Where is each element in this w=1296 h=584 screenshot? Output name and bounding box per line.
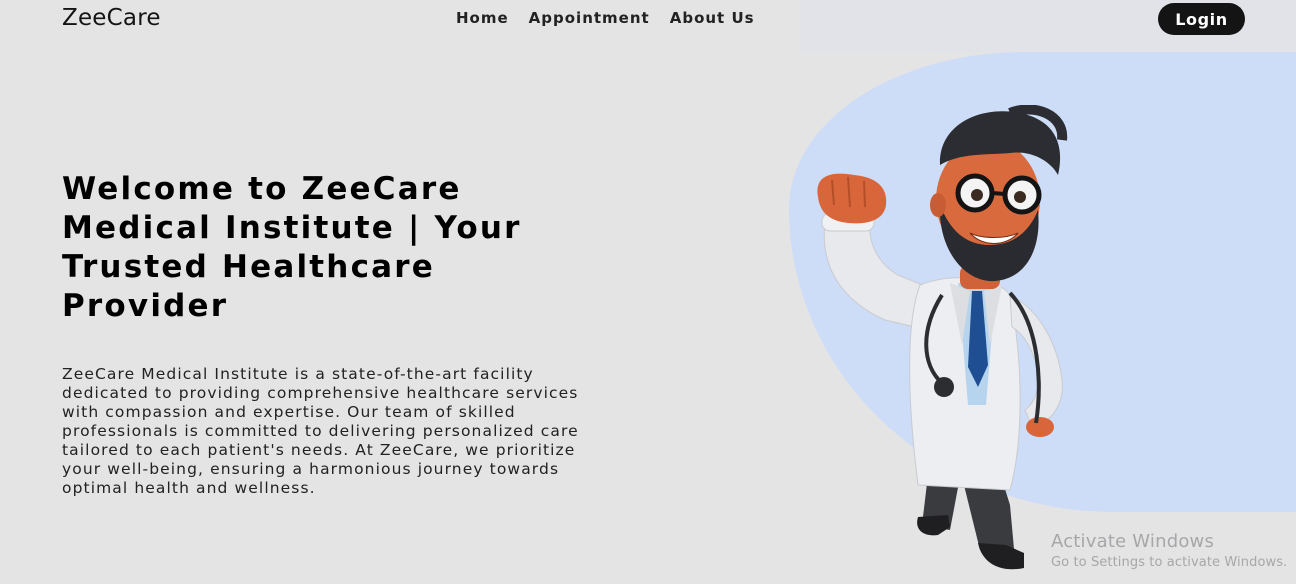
nav-home[interactable]: Home: [456, 9, 509, 27]
nav-about-us[interactable]: About Us: [670, 9, 755, 27]
main-nav: Home Appointment About Us: [456, 9, 755, 27]
hero-description: ZeeCare Medical Institute is a state-of-…: [62, 365, 579, 497]
site-logo[interactable]: ZeeCare: [62, 5, 161, 31]
hero-title: Welcome to ZeeCare Medical Institute | Y…: [62, 171, 522, 324]
windows-activation-watermark: Activate Windows Go to Settings to activ…: [1051, 531, 1287, 570]
doctor-illustration: [817, 105, 1068, 570]
watermark-title: Activate Windows: [1051, 531, 1215, 552]
nav-appointment[interactable]: Appointment: [529, 9, 650, 27]
landing-page: ZeeCare Home Appointment About Us Login …: [0, 0, 1296, 584]
watermark-subtitle: Go to Settings to activate Windows.: [1051, 555, 1288, 570]
login-button[interactable]: Login: [1158, 3, 1245, 35]
site-header: ZeeCare Home Appointment About Us Login: [0, 0, 1296, 40]
